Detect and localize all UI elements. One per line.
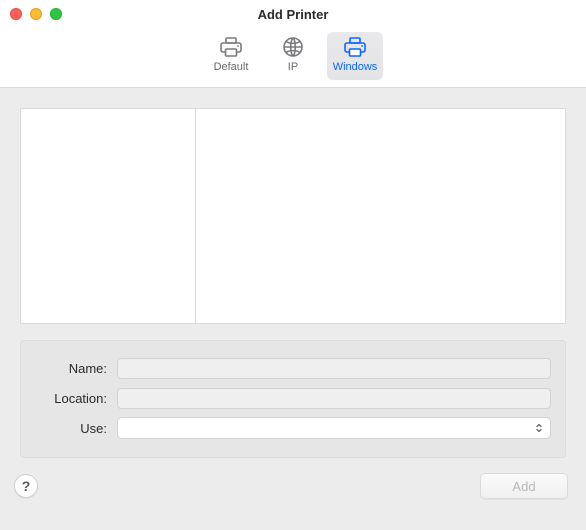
content-area: Name: Location: Use: xyxy=(0,88,586,530)
chevron-up-down-icon xyxy=(532,422,546,434)
help-button[interactable]: ? xyxy=(14,474,38,498)
zoom-window-button[interactable] xyxy=(50,8,62,20)
tab-windows[interactable]: Windows xyxy=(327,32,383,80)
printer-icon xyxy=(217,34,245,60)
tab-default[interactable]: Default xyxy=(203,32,259,80)
smb-servers-list[interactable] xyxy=(21,109,196,323)
use-popup[interactable] xyxy=(117,417,551,439)
use-row: Use: xyxy=(35,413,551,443)
close-window-button[interactable] xyxy=(10,8,22,20)
location-label: Location: xyxy=(35,391,107,406)
smb-printers-list[interactable] xyxy=(196,109,565,323)
window-controls xyxy=(10,8,62,20)
toolbar: Default IP xyxy=(0,28,586,88)
tab-default-label: Default xyxy=(214,61,249,73)
globe-icon xyxy=(279,34,307,60)
footer: ? Add xyxy=(0,458,586,514)
tab-ip-label: IP xyxy=(288,61,298,73)
tab-windows-label: Windows xyxy=(333,61,378,73)
name-input[interactable] xyxy=(117,358,551,379)
location-input[interactable] xyxy=(117,388,551,409)
titlebar: Add Printer xyxy=(0,0,586,28)
add-button-label: Add xyxy=(512,479,535,494)
printer-windows-icon xyxy=(341,34,369,60)
window-title: Add Printer xyxy=(0,7,586,22)
tab-ip[interactable]: IP xyxy=(265,32,321,80)
add-printer-window: Add Printer Default xyxy=(0,0,586,530)
name-label: Name: xyxy=(35,361,107,376)
name-row: Name: xyxy=(35,353,551,383)
location-row: Location: xyxy=(35,383,551,413)
help-icon: ? xyxy=(22,478,31,494)
printer-form: Name: Location: Use: xyxy=(20,340,566,458)
smb-browser xyxy=(20,108,566,324)
use-label: Use: xyxy=(35,421,107,436)
add-button[interactable]: Add xyxy=(480,473,568,499)
minimize-window-button[interactable] xyxy=(30,8,42,20)
